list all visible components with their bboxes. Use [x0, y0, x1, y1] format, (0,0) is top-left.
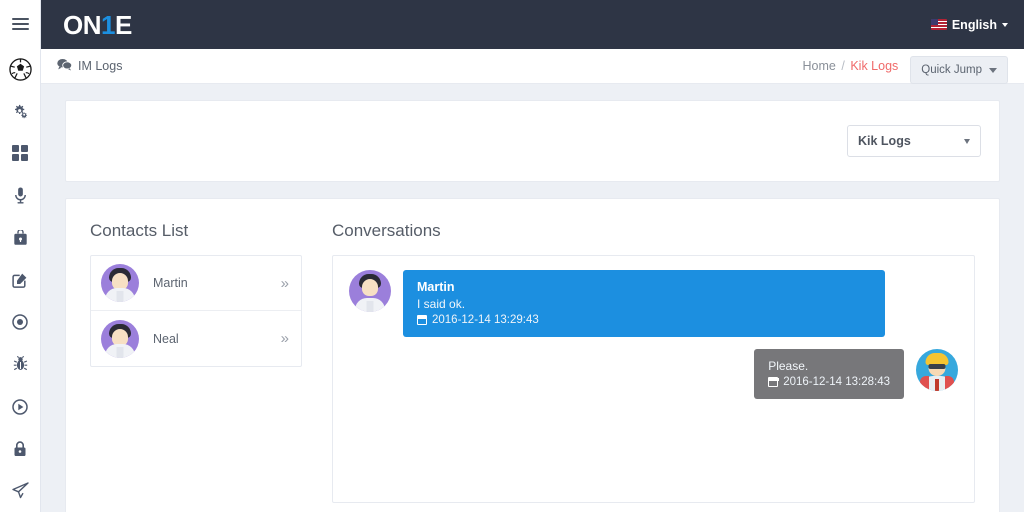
padlock-icon: [13, 441, 27, 457]
icon-sidebar: [0, 0, 41, 512]
contacts-list: Martin » Neal »: [90, 255, 302, 367]
cogs-icon: [12, 103, 29, 120]
chevron-down-icon: [1002, 22, 1008, 27]
message-timestamp-group: 2016-12-14 13:28:43: [767, 376, 890, 388]
page-title-group: IM Logs: [57, 58, 122, 74]
breadcrumb-separator: /: [841, 59, 845, 73]
comments-icon: [57, 58, 73, 74]
calendar-icon: [767, 377, 779, 387]
log-type-selected-value: Kik Logs: [858, 134, 911, 148]
language-label: English: [951, 17, 997, 32]
pencil-square-icon: [12, 272, 28, 288]
soccer-ball-icon: [8, 57, 32, 81]
avatar: [101, 264, 139, 302]
message-timestamp-group: 2016-12-14 13:29:43: [416, 314, 871, 326]
hamburger-icon: [11, 15, 29, 33]
hamburger-menu-button[interactable]: [0, 0, 41, 48]
breadcrumb-home-link[interactable]: Home: [803, 59, 836, 73]
calendar-icon: [416, 315, 428, 325]
chevron-double-right-icon[interactable]: »: [281, 330, 289, 347]
contact-name: Neal: [153, 331, 179, 346]
avatar: [916, 349, 958, 391]
message-text: Please.: [768, 359, 809, 373]
sidebar-item-play[interactable]: [0, 385, 41, 427]
contacts-column: Contacts List Martin » Neal »: [90, 221, 302, 512]
chevron-down-icon: [964, 138, 970, 144]
main-content: Kik Logs Contacts List Martin » Neal » C…: [41, 84, 1024, 512]
play-circle-icon: [12, 398, 28, 415]
microphone-icon: [13, 187, 28, 204]
message-sender: Martin: [417, 280, 455, 294]
message-outgoing: Please. 2016-12-14 13:28:43: [349, 349, 958, 399]
logo-text-one: ON: [63, 9, 102, 40]
sidebar-item-edit[interactable]: [0, 259, 41, 301]
im-logs-panel: Contacts List Martin » Neal » Conversati…: [65, 198, 1000, 512]
sidebar-item-bug[interactable]: [0, 343, 41, 385]
sidebar-item-lock[interactable]: [0, 428, 41, 470]
contacts-list-title: Contacts List: [90, 221, 189, 240]
quick-jump-button[interactable]: Quick Jump: [910, 56, 1008, 84]
sidebar-item-settings[interactable]: [0, 90, 41, 132]
list-item[interactable]: Neal »: [91, 311, 301, 366]
conversation-thread[interactable]: Martin I said ok. 2016-12-14 13:29:43 Pl…: [332, 255, 975, 503]
quick-jump-label: Quick Jump: [921, 64, 982, 76]
breadcrumb-right-group: Home / Kik Logs Quick Jump: [803, 52, 1008, 84]
logo-text-blue-one: 1: [101, 9, 115, 40]
dot-circle-icon: [12, 314, 28, 330]
sidebar-item-briefcase[interactable]: [0, 217, 41, 259]
conversations-column: Conversations Martin I said ok. 2016-12-…: [332, 221, 975, 512]
message-timestamp: 2016-12-14 13:29:43: [432, 314, 539, 326]
message-bubble: Please. 2016-12-14 13:28:43: [754, 349, 904, 399]
paper-plane-icon: [11, 482, 29, 499]
log-type-select[interactable]: Kik Logs: [847, 125, 981, 157]
language-selector[interactable]: English: [930, 17, 1008, 32]
bug-icon: [13, 356, 28, 372]
app-root: ON 1 E English IM Logs Home / Kik Logs Q…: [0, 0, 1024, 512]
message-bubble: Martin I said ok. 2016-12-14 13:29:43: [403, 270, 885, 337]
list-item[interactable]: Martin »: [91, 256, 301, 311]
breadcrumb: Home / Kik Logs: [803, 59, 899, 73]
chevron-double-right-icon[interactable]: »: [281, 275, 289, 292]
sidebar-item-send[interactable]: [0, 470, 41, 512]
grid-icon: [12, 145, 28, 162]
us-flag-icon: [930, 19, 947, 30]
app-logo[interactable]: ON 1 E: [63, 12, 132, 38]
sidebar-item-microphone[interactable]: [0, 175, 41, 217]
logo-text-e: E: [114, 9, 132, 40]
sidebar-item-target[interactable]: [0, 301, 41, 343]
breadcrumb-bar: IM Logs Home / Kik Logs Quick Jump: [41, 49, 1024, 84]
page-title: IM Logs: [78, 59, 123, 73]
sidebar-item-soccer-ball[interactable]: [0, 48, 41, 90]
message-timestamp: 2016-12-14 13:28:43: [783, 376, 890, 388]
contact-name: Martin: [153, 276, 188, 290]
conversations-title: Conversations: [332, 221, 441, 240]
briefcase-lock-icon: [13, 229, 28, 246]
avatar: [101, 319, 139, 358]
filter-panel: Kik Logs: [65, 100, 1000, 182]
message-incoming: Martin I said ok. 2016-12-14 13:29:43: [349, 270, 958, 337]
sidebar-item-dashboard[interactable]: [0, 132, 41, 174]
breadcrumb-current: Kik Logs: [850, 59, 899, 73]
avatar: [349, 270, 391, 312]
top-header-bar: ON 1 E English: [41, 0, 1024, 49]
message-text: I said ok.: [417, 297, 466, 311]
chevron-down-icon: [989, 67, 997, 73]
